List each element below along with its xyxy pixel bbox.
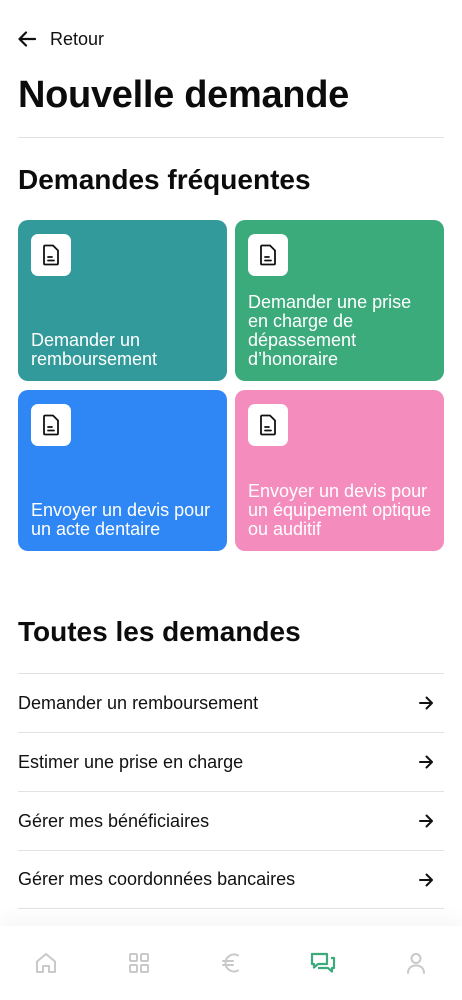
chat-icon (311, 952, 336, 973)
arrow-right-icon (419, 696, 433, 710)
nav-services[interactable] (114, 946, 164, 980)
tile-label: Demander une prise en charge de dépassem… (248, 292, 412, 369)
document-icon (248, 404, 288, 446)
list-item-label: Estimer une prise en charge (18, 751, 244, 772)
back-button[interactable]: Retour (18, 24, 104, 54)
euro-icon (221, 953, 239, 973)
divider (18, 137, 444, 138)
tile-fee-overrun-request[interactable]: Demander une prise en charge de dépassem… (235, 220, 444, 381)
all-requests-title: Toutes les demandes (18, 616, 301, 647)
nav-home[interactable] (21, 946, 71, 980)
list-item-label: Gérer mes bénéficiaires (18, 810, 210, 831)
arrow-right-icon (419, 873, 433, 886)
tile-optical-hearing-quote[interactable]: Envoyer un devis pour un équipement opti… (235, 390, 444, 551)
document-icon (248, 234, 288, 276)
frequent-requests-grid: Demander un remboursement Demander une p… (18, 220, 444, 551)
frequent-requests-title: Demandes fréquentes (18, 164, 311, 195)
tile-label: Envoyer un devis pour un équipement opti… (248, 481, 432, 539)
user-icon (406, 953, 425, 974)
nav-profile[interactable] (391, 946, 441, 980)
home-icon (36, 953, 57, 973)
all-requests-list: Demander un remboursement Estimer une pr… (18, 673, 444, 909)
arrow-right-icon (419, 814, 433, 828)
page-title: Nouvelle demande (18, 74, 349, 116)
arrow-left-icon (18, 31, 36, 47)
arrow-right-icon (419, 755, 433, 769)
bottom-nav (0, 926, 462, 1000)
back-label: Retour (50, 28, 105, 49)
document-icon (31, 234, 71, 276)
nav-reimbursements[interactable] (206, 946, 256, 980)
list-item-bank-details[interactable]: Gérer mes coordonnées bancaires (18, 850, 444, 909)
list-item-label: Gérer mes coordonnées bancaires (18, 869, 296, 889)
nav-requests[interactable] (298, 946, 348, 980)
list-item-beneficiaries[interactable]: Gérer mes bénéficiaires (18, 791, 444, 850)
list-item-estimate-coverage[interactable]: Estimer une prise en charge (18, 732, 444, 791)
tile-label: Envoyer un devis pour un acte dentaire (31, 500, 211, 539)
tile-dental-quote[interactable]: Envoyer un devis pour un acte dentaire (18, 390, 227, 551)
list-item-refund[interactable]: Demander un remboursement (18, 673, 444, 732)
tile-refund-request[interactable]: Demander un remboursement (18, 220, 227, 381)
list-item-label: Demander un remboursement (18, 692, 259, 713)
tile-label: Demander un remboursement (31, 330, 158, 369)
grid-icon (128, 953, 149, 973)
document-icon (31, 404, 71, 446)
